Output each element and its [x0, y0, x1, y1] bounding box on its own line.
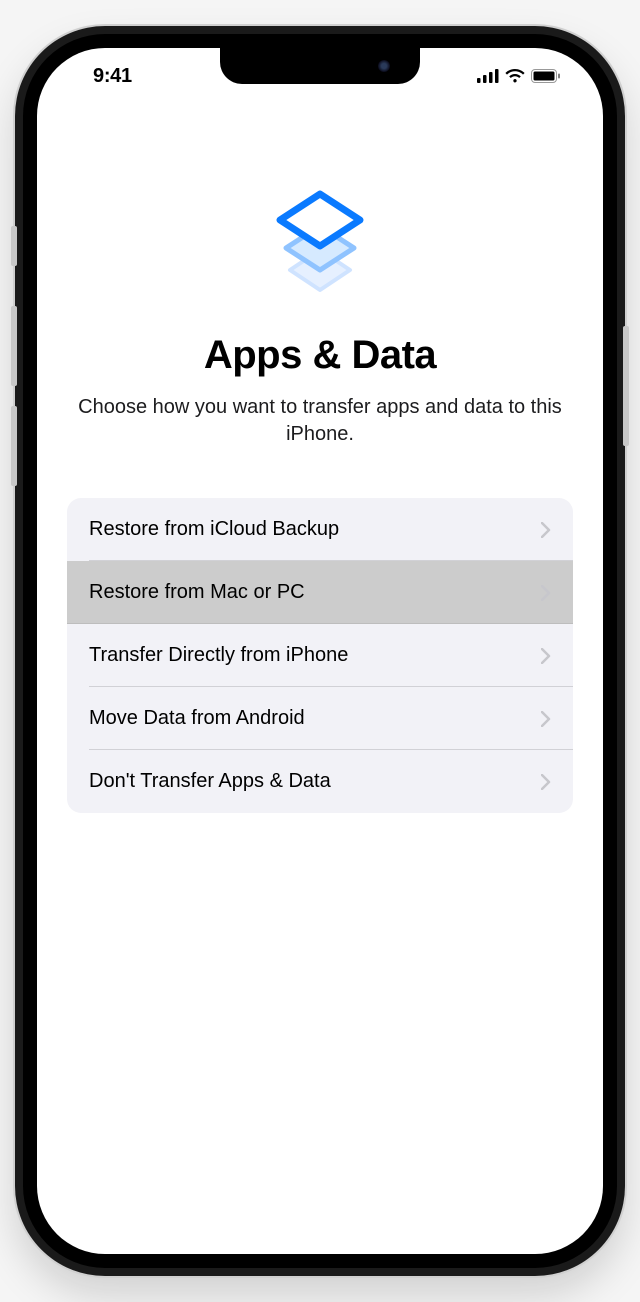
status-time: 9:41 — [93, 65, 132, 88]
page-title: Apps & Data — [204, 333, 436, 378]
option-dont-transfer[interactable]: Don't Transfer Apps & Data — [67, 750, 573, 813]
setup-content: Apps & Data Choose how you want to trans… — [37, 48, 603, 1254]
battery-icon — [531, 69, 561, 83]
status-icons — [477, 69, 561, 83]
option-restore-mac-pc[interactable]: Restore from Mac or PC — [67, 561, 573, 624]
phone-screen: 9:41 — [37, 48, 603, 1254]
option-label: Move Data from Android — [89, 707, 305, 730]
option-transfer-iphone[interactable]: Transfer Directly from iPhone — [67, 624, 573, 687]
wifi-icon — [505, 69, 525, 83]
volume-up-button — [11, 306, 17, 386]
cellular-signal-icon — [477, 69, 499, 83]
transfer-options-list: Restore from iCloud Backup Restore from … — [67, 498, 573, 813]
option-label: Restore from Mac or PC — [89, 581, 305, 604]
front-camera — [378, 60, 390, 72]
option-label: Restore from iCloud Backup — [89, 518, 339, 541]
option-label: Don't Transfer Apps & Data — [89, 770, 331, 793]
apps-data-icon — [265, 178, 375, 303]
chevron-right-icon — [541, 711, 551, 727]
notch — [220, 48, 420, 84]
chevron-right-icon — [541, 648, 551, 664]
option-restore-icloud[interactable]: Restore from iCloud Backup — [67, 498, 573, 561]
option-move-android[interactable]: Move Data from Android — [67, 687, 573, 750]
phone-device-frame: 9:41 — [15, 26, 625, 1276]
chevron-right-icon — [541, 522, 551, 538]
phone-bezel: 9:41 — [23, 34, 617, 1268]
chevron-right-icon — [541, 585, 551, 601]
chevron-right-icon — [541, 774, 551, 790]
silent-switch — [11, 226, 17, 266]
page-subtitle: Choose how you want to transfer apps and… — [37, 394, 603, 448]
volume-down-button — [11, 406, 17, 486]
power-button — [623, 326, 629, 446]
option-label: Transfer Directly from iPhone — [89, 644, 348, 667]
